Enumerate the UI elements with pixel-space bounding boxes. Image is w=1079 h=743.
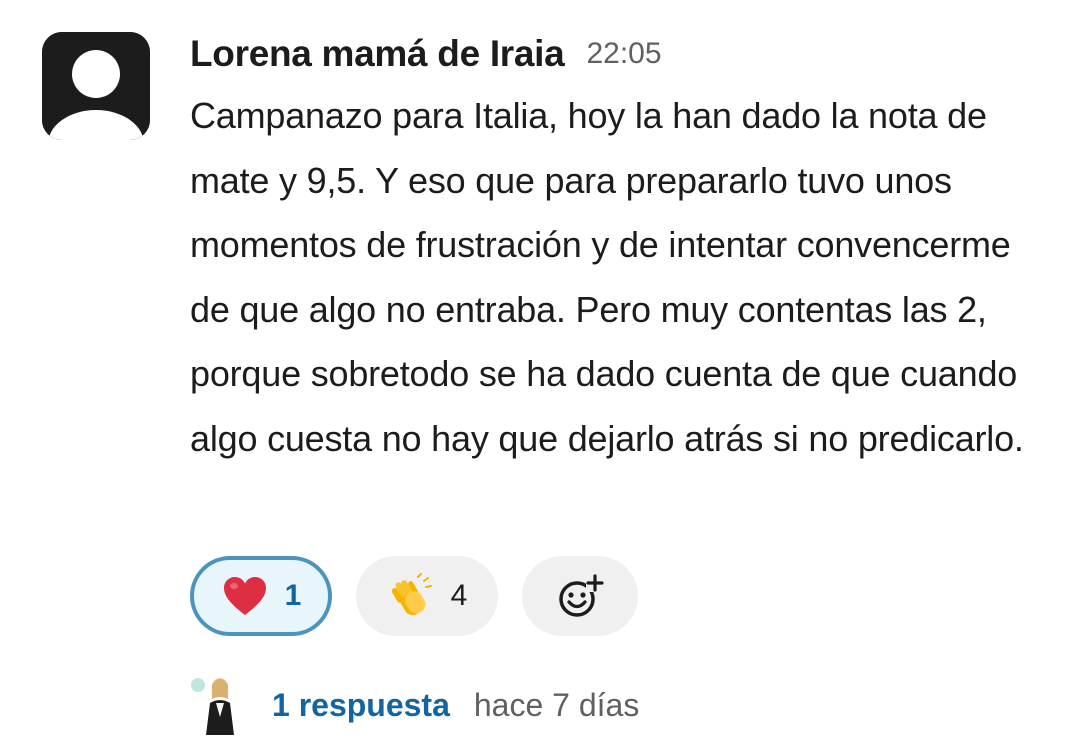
default-user-avatar-icon	[42, 32, 150, 140]
last-reply-time: hace 7 días	[473, 686, 640, 723]
add-reaction-icon	[556, 572, 604, 620]
replies-link[interactable]: 1 respuesta	[272, 687, 450, 724]
thread-summary[interactable]: 1 respuesta hace 7 días	[190, 672, 639, 738]
message-timestamp[interactable]: 22:05	[586, 37, 661, 71]
clapping-hands-icon	[387, 572, 435, 620]
user-avatar[interactable]	[42, 32, 150, 140]
reaction-count: 1	[284, 579, 302, 612]
replier-avatar	[190, 673, 246, 737]
reaction-clap[interactable]: 4	[356, 556, 498, 636]
reactions-bar: 1 4	[190, 556, 662, 636]
message: Lorena mamá de Iraia 22:05 Campanazo par…	[0, 0, 1079, 743]
reaction-heart[interactable]: 1	[190, 556, 332, 636]
heart-icon	[221, 572, 269, 620]
reaction-count: 4	[450, 579, 468, 612]
message-header: Lorena mamá de Iraia 22:05	[190, 26, 662, 82]
message-text: Campanazo para Italia, hoy la han dado l…	[190, 95, 1024, 459]
add-reaction-button[interactable]	[522, 556, 638, 636]
sender-name[interactable]: Lorena mamá de Iraia	[190, 33, 565, 75]
